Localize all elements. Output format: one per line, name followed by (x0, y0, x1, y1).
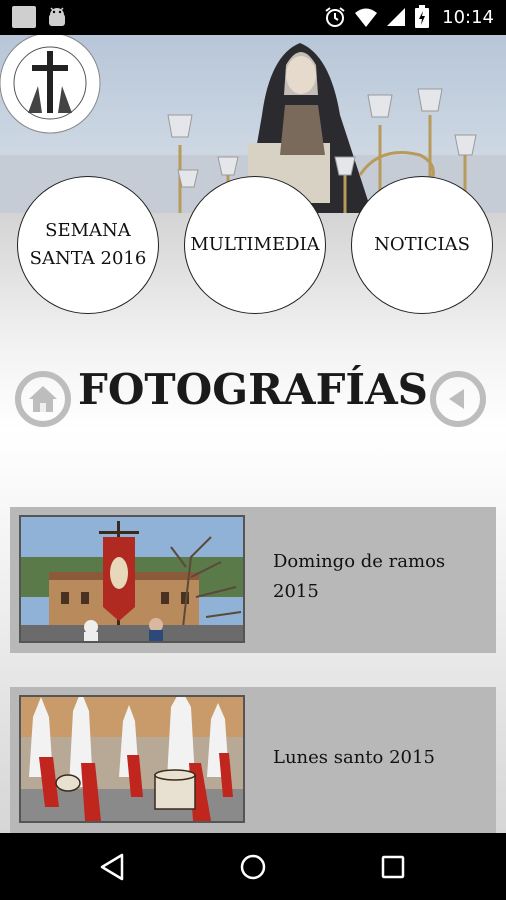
cofradias-logo (0, 35, 101, 134)
album-thumbnail (19, 515, 245, 643)
album-title-line-1: Lunes santo 2015 (273, 747, 435, 768)
nav-home-icon[interactable] (235, 849, 271, 885)
navigation-bar (0, 833, 506, 900)
wifi-icon (355, 8, 378, 27)
battery-icon (415, 5, 430, 28)
noticias-button[interactable]: NOTICIAS (351, 176, 493, 314)
semana-santa-button[interactable]: SEMANA SANTA 2016 (17, 176, 159, 314)
album-thumbnail (19, 695, 245, 823)
alarm-icon (325, 7, 345, 27)
album-title-line-1: Domingo de ramos (273, 551, 446, 572)
album-card[interactable]: Domingo de ramos 2015 (10, 507, 496, 653)
back-button[interactable] (430, 371, 486, 427)
album-title: Domingo de ramos 2015 (273, 547, 445, 607)
notification-icon (12, 6, 36, 28)
back-arrow-icon (449, 389, 464, 409)
semana-santa-label-2: SANTA 2016 (29, 248, 147, 269)
noticias-label: NOTICIAS (374, 234, 470, 255)
nav-recents-icon[interactable] (375, 849, 411, 885)
signal-icon (387, 8, 406, 26)
clock-time: 10:14 (442, 6, 494, 28)
album-title: Lunes santo 2015 (273, 743, 435, 773)
album-title-line-2: 2015 (273, 581, 319, 602)
multimedia-label: MULTIMEDIA (190, 234, 320, 255)
multimedia-button[interactable]: MULTIMEDIA (184, 176, 326, 314)
android-debug-icon (49, 7, 65, 26)
album-card[interactable]: Lunes santo 2015 (10, 687, 496, 833)
nav-back-icon[interactable] (96, 849, 132, 885)
semana-santa-label-1: SEMANA (45, 220, 131, 241)
status-bar: 10:14 (0, 0, 506, 35)
